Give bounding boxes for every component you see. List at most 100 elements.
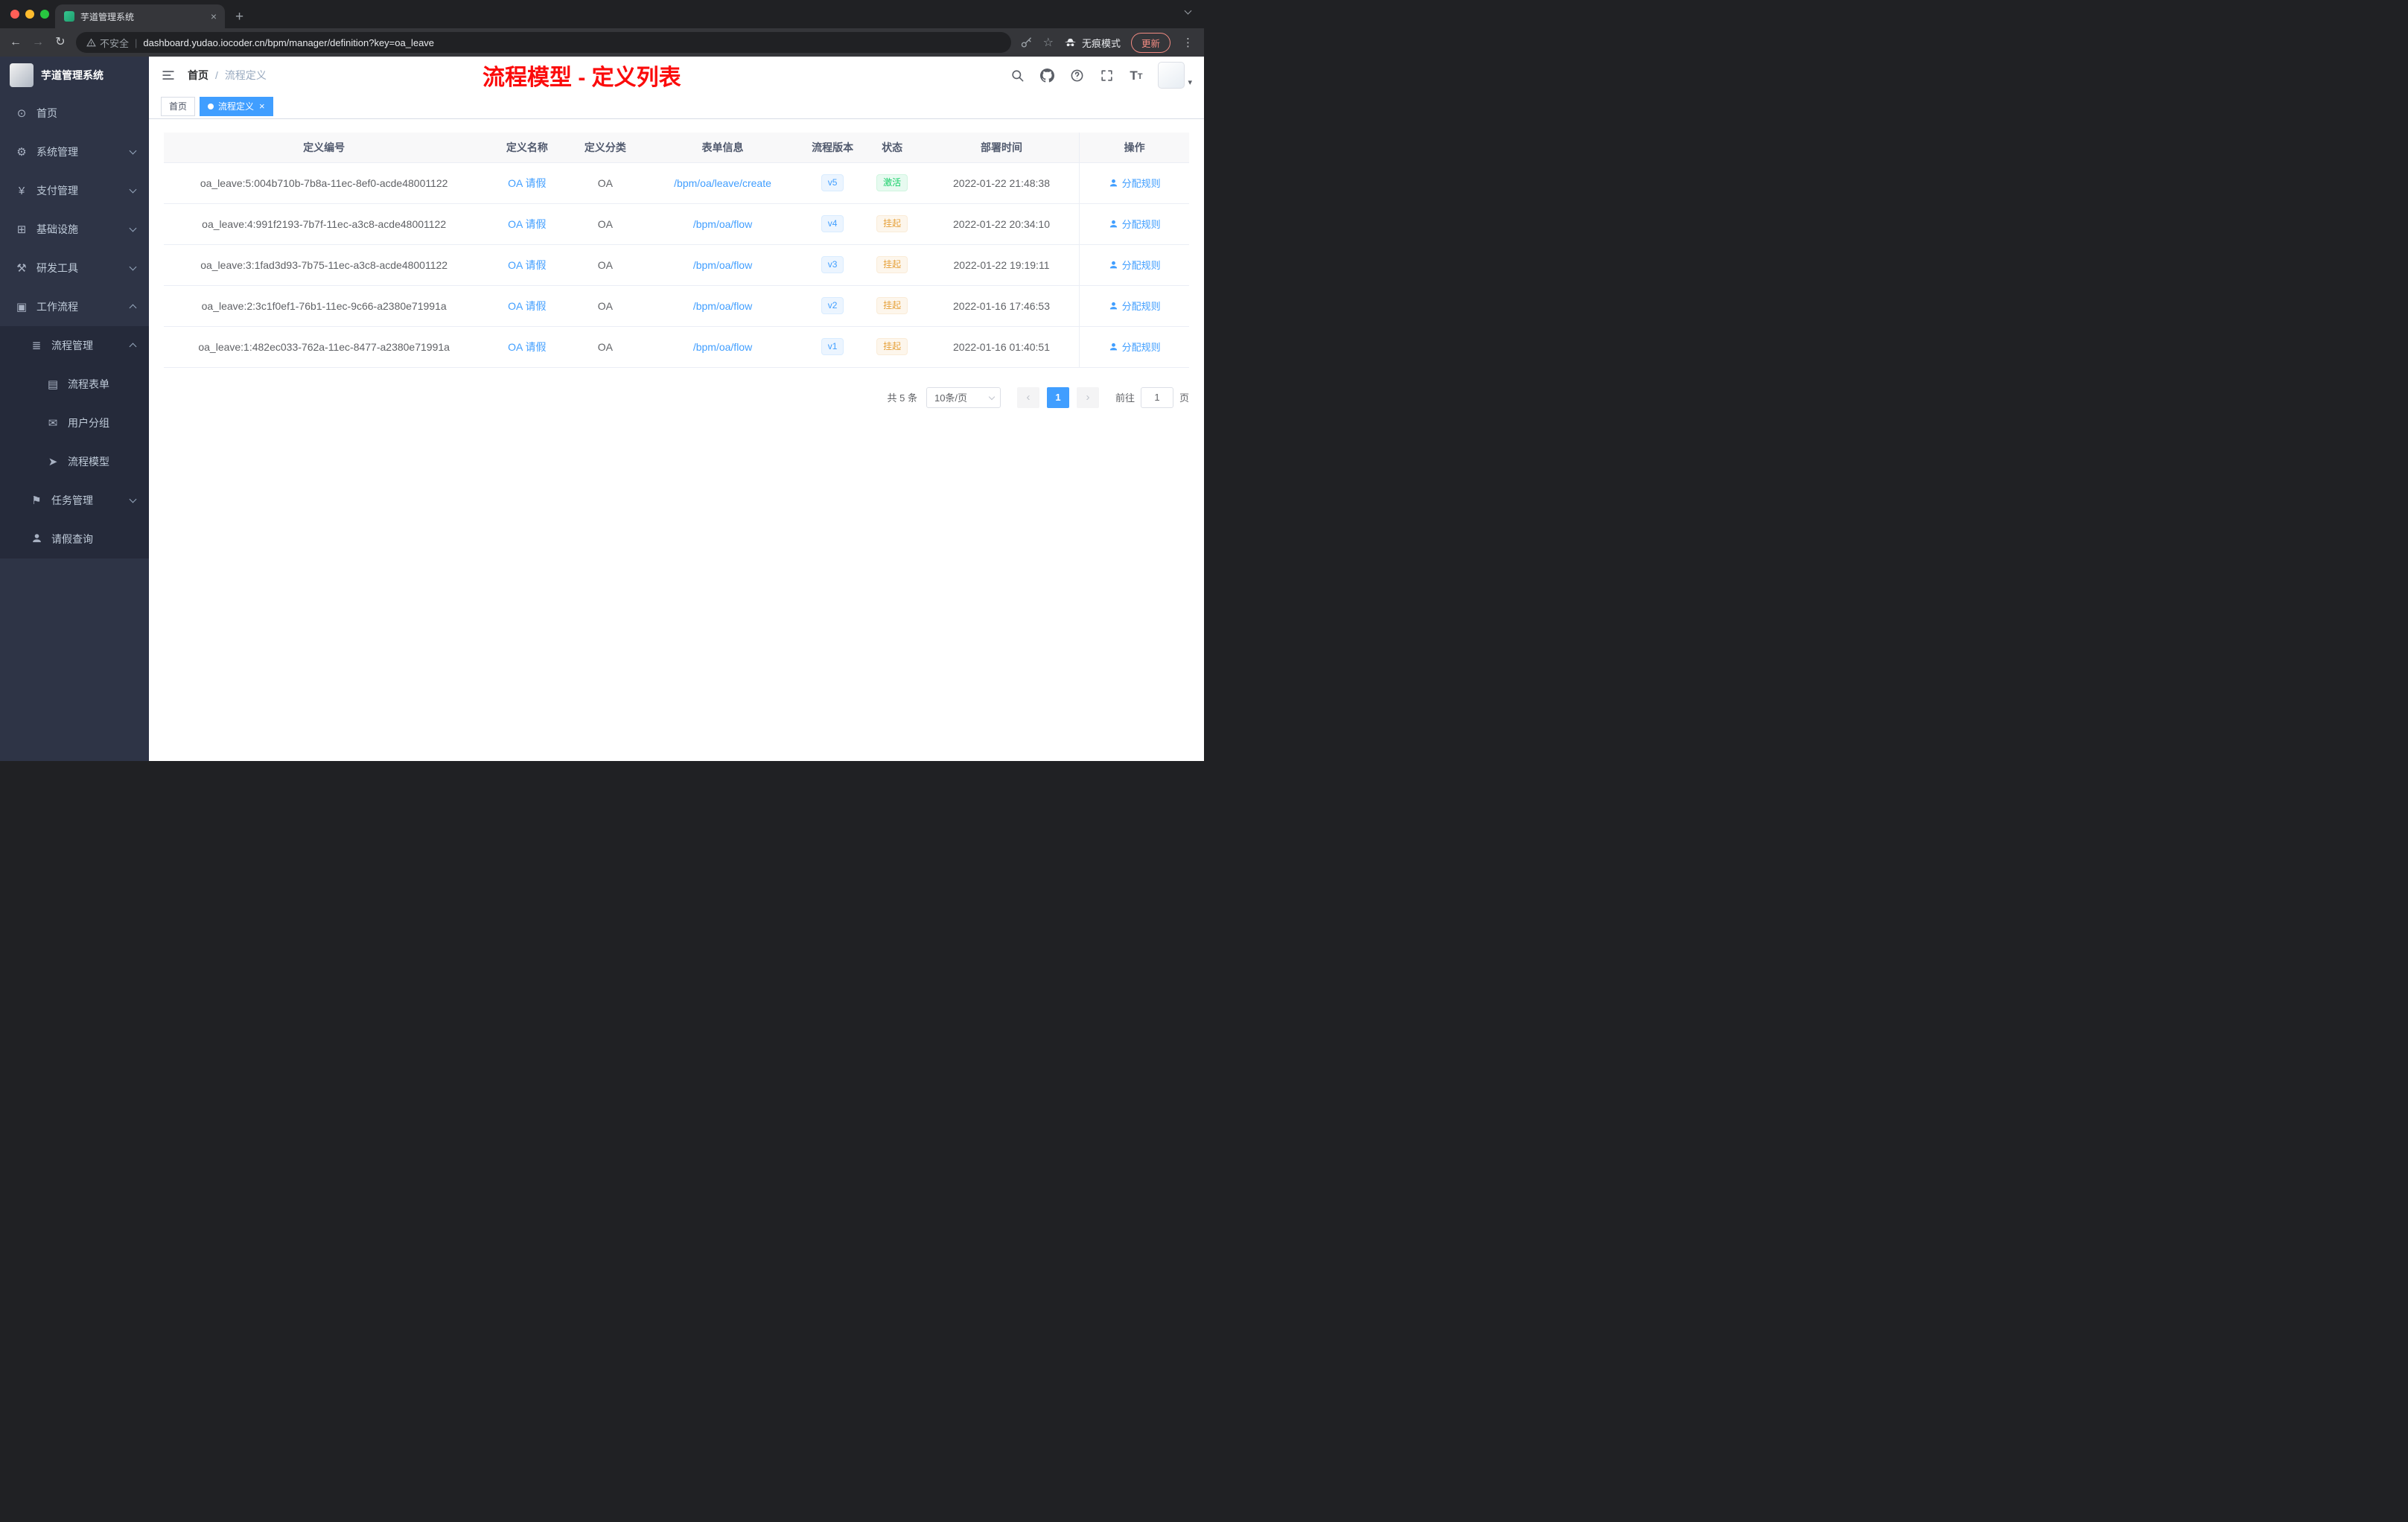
dashboard-icon: ⊙ xyxy=(16,107,27,120)
navbar-actions: TT ▾ xyxy=(1010,62,1192,89)
maximize-window-button[interactable] xyxy=(40,10,49,19)
cell-category: OA xyxy=(570,244,641,286)
status-badge: 挂起 xyxy=(876,215,908,232)
assign-rule-link[interactable]: 分配规则 xyxy=(1109,299,1161,313)
sidebar-item-process-form[interactable]: ▤ 流程表单 xyxy=(0,365,149,404)
definition-name-link[interactable]: OA 请假 xyxy=(508,341,546,353)
address-bar[interactable]: 不安全 | dashboard.yudao.iocoder.cn/bpm/man… xyxy=(76,32,1011,53)
main-area: 首页 / 流程定义 流程模型 - 定义列表 TT ▾ 首页 流程定义 × 定义编… xyxy=(149,57,1204,761)
assign-rule-link[interactable]: 分配规则 xyxy=(1109,258,1161,272)
status-badge: 激活 xyxy=(876,174,908,191)
form-link[interactable]: /bpm/oa/leave/create xyxy=(674,177,771,189)
font-size-icon[interactable]: TT xyxy=(1130,69,1142,82)
help-icon[interactable] xyxy=(1070,69,1084,83)
sidebar: 芋道管理系统 ⊙ 首页 ⚙ 系统管理 ¥ 支付管理 ⊞ 基础设施 ⚒ 研发工具 … xyxy=(0,57,149,761)
minimize-window-button[interactable] xyxy=(25,10,34,19)
table-row: oa_leave:1:482ec033-762a-11ec-8477-a2380… xyxy=(164,326,1189,368)
breadcrumb-separator: / xyxy=(215,69,218,81)
definition-name-link[interactable]: OA 请假 xyxy=(508,177,546,189)
cell-definition-id: oa_leave:3:1fad3d93-7b75-11ec-a3c8-acde4… xyxy=(164,244,485,286)
reload-icon[interactable]: ↻ xyxy=(54,36,67,48)
update-button[interactable]: 更新 xyxy=(1130,32,1170,53)
sidebar-item-process-model[interactable]: ➤ 流程模型 xyxy=(0,442,149,481)
tab-close-icon[interactable]: × xyxy=(208,10,219,22)
browser-toolbar: ← → ↻ 不安全 | dashboard.yudao.iocoder.cn/b… xyxy=(0,28,1204,57)
chevron-down-icon xyxy=(129,495,137,503)
page-title-annotation: 流程模型 - 定义列表 xyxy=(482,66,681,90)
version-badge: v1 xyxy=(821,338,844,355)
page-size-select[interactable]: 10条/页 xyxy=(926,386,1001,408)
user-menu[interactable]: ▾ xyxy=(1158,62,1192,89)
form-link[interactable]: /bpm/oa/flow xyxy=(693,341,752,353)
tag-process-definition[interactable]: 流程定义 × xyxy=(200,96,273,116)
caret-down-icon xyxy=(988,393,996,400)
definition-name-link[interactable]: OA 请假 xyxy=(508,300,546,312)
sidebar-item-infrastructure[interactable]: ⊞ 基础设施 xyxy=(0,210,149,249)
forward-icon[interactable]: → xyxy=(31,36,45,48)
sidebar-item-dev-tools[interactable]: ⚒ 研发工具 xyxy=(0,249,149,287)
window-controls[interactable] xyxy=(10,10,49,19)
document-icon: ▤ xyxy=(47,378,59,391)
url-text: dashboard.yudao.iocoder.cn/bpm/manager/d… xyxy=(143,36,435,48)
back-icon[interactable]: ← xyxy=(9,36,22,48)
security-indicator[interactable]: 不安全 xyxy=(86,36,129,50)
hamburger-icon[interactable] xyxy=(161,68,176,83)
assign-rule-link[interactable]: 分配规则 xyxy=(1109,340,1161,354)
warning-icon xyxy=(86,38,96,46)
sidebar-logo[interactable]: 芋道管理系统 xyxy=(0,57,149,94)
version-badge: v2 xyxy=(821,297,844,314)
cell-definition-id: oa_leave:4:991f2193-7b7f-11ec-a3c8-acde4… xyxy=(164,203,485,245)
definition-name-link[interactable]: OA 请假 xyxy=(508,218,546,230)
fullscreen-icon[interactable] xyxy=(1100,69,1114,83)
sidebar-item-workflow[interactable]: ▣ 工作流程 xyxy=(0,287,149,326)
sidebar-item-task-management[interactable]: ⚑ 任务管理 xyxy=(0,481,149,520)
person-icon xyxy=(1109,219,1118,229)
tag-home[interactable]: 首页 xyxy=(161,96,196,116)
sidebar-item-leave-query[interactable]: 请假查询 xyxy=(0,520,149,558)
password-key-icon[interactable] xyxy=(1020,36,1033,49)
form-link[interactable]: /bpm/oa/flow xyxy=(693,259,752,271)
search-icon[interactable] xyxy=(1010,69,1025,83)
sidebar-item-system-management[interactable]: ⚙ 系统管理 xyxy=(0,133,149,171)
prev-page-button[interactable]: ‹ xyxy=(1016,386,1039,408)
person-icon xyxy=(1109,301,1118,311)
assign-rule-link[interactable]: 分配规则 xyxy=(1109,217,1161,231)
paper-plane-icon: ➤ xyxy=(48,456,58,468)
definition-name-link[interactable]: OA 请假 xyxy=(508,259,546,271)
avatar[interactable] xyxy=(1158,62,1185,89)
cell-category: OA xyxy=(570,162,641,204)
col-status: 状态 xyxy=(860,133,924,163)
cell-category: OA xyxy=(570,326,641,368)
close-window-button[interactable] xyxy=(10,10,19,19)
form-link[interactable]: /bpm/oa/flow xyxy=(693,300,752,312)
assign-rule-link[interactable]: 分配规则 xyxy=(1109,176,1161,190)
content: 定义编号 定义名称 定义分类 表单信息 流程版本 状态 部署时间 操作 oa_l… xyxy=(149,119,1204,761)
github-icon[interactable] xyxy=(1040,68,1055,83)
table-row: oa_leave:4:991f2193-7b7f-11ec-a3c8-acde4… xyxy=(164,203,1189,245)
monitor-icon: ⊞ xyxy=(16,223,27,236)
sidebar-item-user-group[interactable]: ✉ 用户分组 xyxy=(0,404,149,442)
tab-search-chevron-icon[interactable] xyxy=(1184,7,1192,15)
page-number-button[interactable]: 1 xyxy=(1046,386,1069,408)
browser-tab[interactable]: 芋道管理系统 × xyxy=(55,4,225,28)
new-tab-button[interactable]: + xyxy=(235,10,243,24)
sidebar-item-process-management[interactable]: ≣ 流程管理 xyxy=(0,326,149,365)
chevron-down-icon xyxy=(129,147,137,155)
navbar: 首页 / 流程定义 流程模型 - 定义列表 TT ▾ xyxy=(149,57,1204,94)
bookmark-star-icon[interactable]: ☆ xyxy=(1043,35,1054,50)
goto-page-input[interactable] xyxy=(1140,386,1173,408)
sidebar-item-payment-management[interactable]: ¥ 支付管理 xyxy=(0,171,149,210)
browser-menu-icon[interactable]: ⋮ xyxy=(1181,36,1195,49)
breadcrumb-current: 流程定义 xyxy=(224,69,267,81)
tag-close-icon[interactable]: × xyxy=(259,101,265,112)
form-link[interactable]: /bpm/oa/flow xyxy=(693,218,752,230)
chevron-down-icon xyxy=(129,263,137,271)
sidebar-item-home[interactable]: ⊙ 首页 xyxy=(0,94,149,133)
browser-tab-strip: 芋道管理系统 × + xyxy=(0,0,1204,28)
col-form-info: 表单信息 xyxy=(640,133,805,163)
col-operations: 操作 xyxy=(1079,133,1189,163)
table-row: oa_leave:2:3c1f0ef1-76b1-11ec-9c66-a2380… xyxy=(164,285,1189,327)
toolbar-right: ☆ 无痕模式 更新 ⋮ xyxy=(1020,32,1195,53)
breadcrumb-home[interactable]: 首页 xyxy=(188,68,208,83)
next-page-button[interactable]: › xyxy=(1076,386,1099,408)
